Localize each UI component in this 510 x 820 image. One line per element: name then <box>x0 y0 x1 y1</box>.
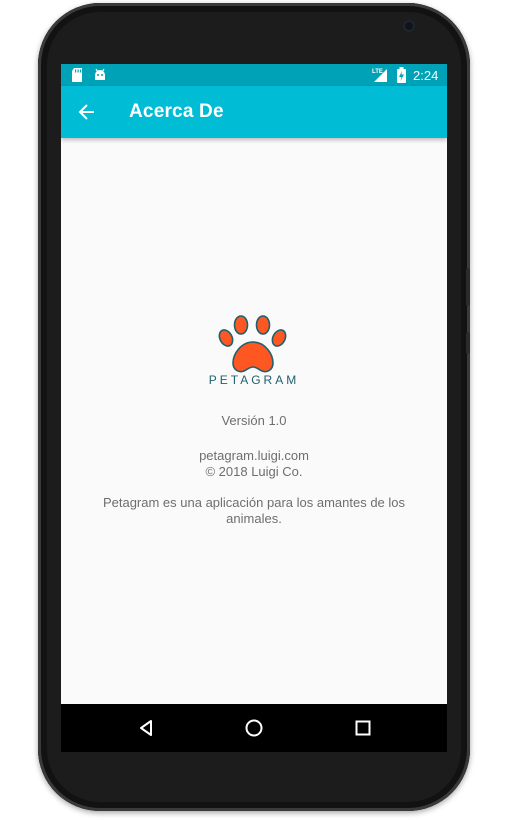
power-button <box>466 332 470 354</box>
nav-recents-button[interactable] <box>347 713 379 743</box>
nav-back-button[interactable] <box>130 713 162 743</box>
arrow-left-icon <box>78 104 94 120</box>
battery-charging-icon <box>397 67 406 83</box>
android-icon <box>93 67 107 83</box>
signal-icon: LTE <box>372 67 388 83</box>
copyright-text: © 2018 Luigi Co. <box>205 464 303 479</box>
sd-card-icon <box>71 67 83 83</box>
about-content: PETAGRAM Versión 1.0 petagram.luigi.com … <box>61 138 447 704</box>
version-text: Versión 1.0 <box>221 413 287 428</box>
brand-name: PETAGRAM <box>208 373 300 387</box>
back-button[interactable] <box>71 96 103 128</box>
front-camera <box>403 20 415 32</box>
svg-text:LTE: LTE <box>372 69 383 75</box>
back-triangle-icon <box>140 720 152 736</box>
volume-button <box>466 268 470 306</box>
page-title: Acerca De <box>129 101 224 122</box>
recents-square-icon <box>355 720 371 736</box>
app-bar: Acerca De <box>61 86 447 138</box>
website-text: petagram.luigi.com <box>199 448 309 463</box>
home-circle-icon <box>245 719 263 737</box>
nav-home-button[interactable] <box>238 713 270 743</box>
navigation-bar <box>61 704 447 752</box>
screen: LTE 2:24 Acerca De PETAGRAM Versión 1.0 … <box>61 64 447 752</box>
paw-logo <box>218 315 287 373</box>
description-line-2: animales. <box>226 511 282 526</box>
status-bar: LTE 2:24 <box>61 64 447 86</box>
description-line-1: Petagram es una aplicación para los aman… <box>102 495 406 510</box>
status-time: 2:24 <box>413 67 439 83</box>
